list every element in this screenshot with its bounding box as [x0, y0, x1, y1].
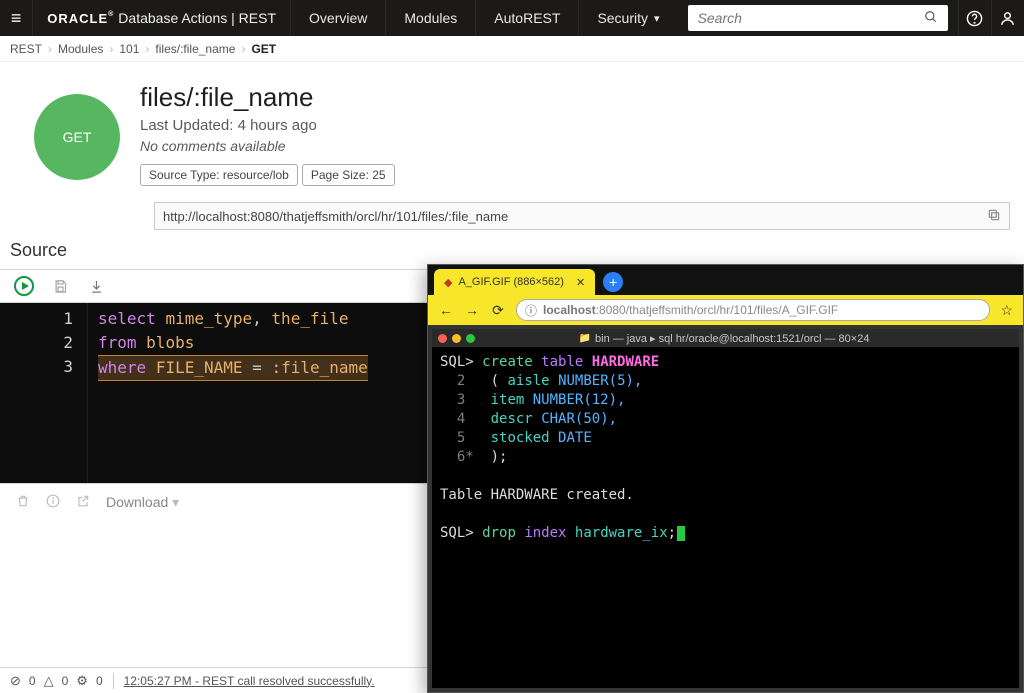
back-button[interactable]: ← — [438, 302, 454, 318]
warning-icon: △ — [44, 673, 54, 689]
no-comments: No comments available — [140, 138, 1010, 154]
top-nav: ≡ ORACLE® Database Actions | REST Overvi… — [0, 0, 1024, 36]
code-body[interactable]: select mime_type, the_file from blobs wh… — [88, 303, 378, 483]
endpoint-url-text: http://localhost:8080/thatjeffsmith/orcl… — [163, 209, 508, 224]
browser-toolbar: ← → ⟳ ⓘ localhost:8080/thatjeffsmith/orc… — [428, 295, 1023, 325]
pill-page-size: Page Size: 25 — [302, 164, 395, 186]
nav-modules[interactable]: Modules — [385, 0, 475, 36]
browser-tabstrip: ◆ A_GIF.GIF (886×562) ✕ + — [428, 265, 1023, 295]
gear-count: 0 — [96, 674, 103, 688]
info-icon[interactable] — [46, 494, 60, 511]
chevron-down-icon: ▾ — [654, 12, 660, 25]
crumb-rest[interactable]: REST — [10, 42, 42, 56]
window-controls[interactable] — [438, 334, 475, 343]
gutter: 1 2 3 — [0, 303, 88, 483]
address-bar[interactable]: ⓘ localhost:8080/thatjeffsmith/orcl/hr/1… — [516, 299, 990, 321]
folder-icon: 📁 — [579, 333, 591, 344]
tab-title: A_GIF.GIF (886×562) — [458, 276, 563, 288]
minimize-icon[interactable] — [452, 334, 461, 343]
terminal-image: 📁 bin — java ▸ sql hr/oracle@localhost:1… — [428, 325, 1023, 692]
close-icon[interactable] — [438, 334, 447, 343]
bookmark-icon[interactable]: ☆ — [1000, 302, 1013, 319]
nav-autorest[interactable]: AutoREST — [475, 0, 578, 36]
favicon-icon: ◆ — [444, 276, 452, 289]
chevron-right-icon: › — [109, 42, 113, 56]
forward-button[interactable]: → — [464, 302, 480, 318]
pill-source-type: Source Type: resource/lob — [140, 164, 298, 186]
chevron-right-icon: › — [145, 42, 149, 56]
trash-icon[interactable] — [16, 494, 30, 511]
maximize-icon[interactable] — [466, 334, 475, 343]
nav-security[interactable]: Security▾ — [578, 0, 677, 36]
cursor — [677, 526, 685, 541]
brand-product: Database Actions | REST — [118, 10, 276, 26]
download-icon[interactable] — [86, 276, 106, 296]
error-count: 0 — [29, 674, 36, 688]
crumb-modules[interactable]: Modules — [58, 42, 103, 56]
save-icon[interactable] — [50, 276, 70, 296]
chevron-right-icon: › — [48, 42, 52, 56]
browser-window: ◆ A_GIF.GIF (886×562) ✕ + ← → ⟳ ⓘ localh… — [427, 264, 1024, 693]
brand: ORACLE® Database Actions | REST — [33, 0, 290, 36]
breadcrumb: REST › Modules › 101 › files/:file_name … — [0, 36, 1024, 62]
download-label[interactable]: Download ▾ — [106, 494, 179, 511]
open-external-icon[interactable] — [76, 494, 90, 511]
endpoint-url: http://localhost:8080/thatjeffsmith/orcl… — [154, 202, 1010, 230]
search-box[interactable] — [688, 5, 948, 31]
last-updated: Last Updated: 4 hours ago — [140, 117, 1010, 134]
close-icon[interactable]: ✕ — [576, 276, 585, 289]
terminal-body: SQL> create table HARDWARE 2 ( aisle NUM… — [432, 347, 1019, 688]
help-icon[interactable] — [958, 0, 991, 36]
endpoint-title: files/:file_name — [140, 82, 1010, 113]
user-icon[interactable] — [991, 0, 1024, 36]
gear-icon: ⚙ — [76, 673, 88, 689]
crumb-get: GET — [251, 42, 276, 56]
error-icon: ⊘ — [10, 673, 21, 689]
terminal-titlebar: 📁 bin — java ▸ sql hr/oracle@localhost:1… — [432, 329, 1019, 347]
status-message[interactable]: 12:05:27 PM - REST call resolved success… — [124, 674, 375, 688]
site-info-icon[interactable]: ⓘ — [525, 302, 537, 319]
method-badge: GET — [34, 94, 120, 180]
terminal-title: 📁 bin — java ▸ sql hr/oracle@localhost:1… — [481, 332, 967, 345]
warning-count: 0 — [62, 674, 69, 688]
chevron-right-icon: › — [241, 42, 245, 56]
endpoint-header: GET files/:file_name Last Updated: 4 hou… — [0, 62, 1024, 196]
crumb-101[interactable]: 101 — [119, 42, 139, 56]
search-icon[interactable] — [924, 10, 938, 27]
browser-tab[interactable]: ◆ A_GIF.GIF (886×562) ✕ — [434, 269, 595, 295]
crumb-files[interactable]: files/:file_name — [155, 42, 235, 56]
nav-overview[interactable]: Overview — [290, 0, 385, 36]
hamburger-icon[interactable]: ≡ — [0, 0, 33, 36]
brand-oracle: ORACLE® — [47, 11, 114, 26]
new-tab-button[interactable]: + — [603, 272, 623, 292]
nav-items: Overview Modules AutoREST Security▾ — [290, 0, 678, 36]
search-input[interactable] — [698, 10, 924, 26]
copy-icon[interactable] — [987, 208, 1001, 225]
reload-button[interactable]: ⟳ — [490, 302, 506, 319]
run-button[interactable] — [14, 276, 34, 296]
caret-down-icon: ▾ — [172, 494, 179, 510]
